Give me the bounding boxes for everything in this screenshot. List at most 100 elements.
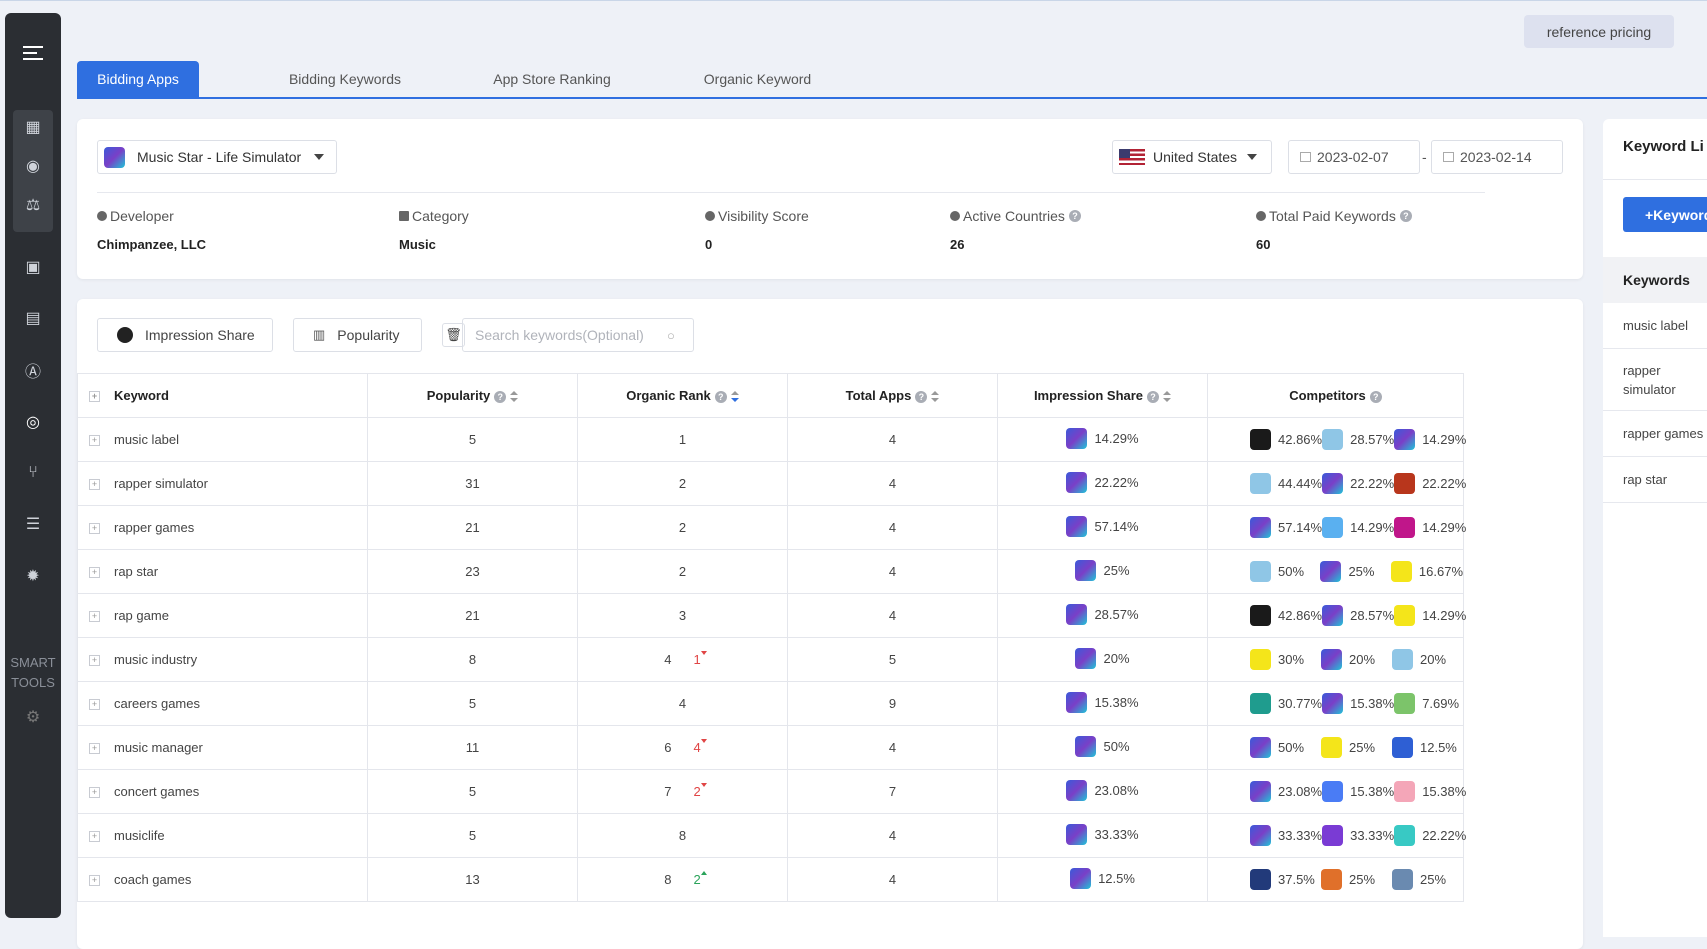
tab-app-store-ranking[interactable]: App Store Ranking [467, 61, 637, 97]
sidebar-item-monitor[interactable]: ◉ [5, 146, 61, 186]
expand-all-icon[interactable]: + [89, 391, 100, 403]
column-header-total-apps[interactable]: Total Apps? [787, 373, 998, 418]
expand-row-icon[interactable]: + [89, 523, 100, 535]
competitor-app[interactable]: 33.33% [1250, 825, 1322, 846]
sidebar-item-layers[interactable]: ☰ [5, 504, 61, 544]
sort-icon[interactable] [730, 391, 739, 403]
competitor-app[interactable]: 42.86% [1250, 429, 1322, 450]
competitor-app[interactable]: 33.33% [1322, 825, 1394, 846]
date-end-input[interactable]: 2023-02-14 [1431, 140, 1563, 174]
sort-icon[interactable] [931, 391, 940, 403]
competitor-app[interactable]: 12.5% [1392, 737, 1463, 758]
competitor-app[interactable]: 14.29% [1394, 517, 1466, 538]
expand-row-icon[interactable]: + [89, 479, 100, 491]
keyword-search[interactable]: ○ [462, 318, 694, 352]
competitor-app[interactable]: 14.29% [1322, 517, 1394, 538]
sidebar-item-appstore[interactable]: Ⓐ [5, 350, 61, 390]
keyword-list-item[interactable]: rapper games [1603, 411, 1707, 457]
popularity-button[interactable]: ▥ Popularity [293, 318, 422, 352]
add-keyword-button[interactable]: +Keyword [1623, 197, 1707, 232]
competitor-app[interactable]: 57.14% [1250, 517, 1322, 538]
own-app-share[interactable]: 25% [1075, 559, 1130, 581]
impression-share-button[interactable]: Impression Share [97, 318, 273, 352]
competitor-app[interactable]: 20% [1321, 649, 1392, 670]
own-app-share[interactable]: 20% [1075, 647, 1130, 669]
help-icon[interactable]: ? [714, 391, 727, 403]
sidebar-item-apps[interactable]: ▣ [5, 247, 61, 287]
competitor-app[interactable]: 14.29% [1394, 429, 1466, 450]
competitor-app[interactable]: 22.22% [1322, 473, 1394, 494]
own-app-share[interactable]: 15.38% [1066, 691, 1139, 713]
competitor-app[interactable]: 22.22% [1394, 473, 1466, 494]
app-select[interactable]: Music Star - Life Simulator [97, 140, 337, 174]
competitor-app[interactable]: 15.38% [1322, 693, 1394, 714]
search-input[interactable] [473, 326, 667, 344]
sidebar-item-connect[interactable]: ⑂ [5, 453, 61, 493]
date-start-input[interactable]: 2023-02-07 [1288, 140, 1420, 174]
competitor-app[interactable]: 25% [1320, 561, 1390, 582]
sort-icon[interactable] [1163, 391, 1172, 403]
own-app-share[interactable]: 14.29% [1066, 427, 1139, 449]
competitor-app[interactable]: 15.38% [1394, 781, 1466, 802]
help-icon[interactable]: ? [915, 391, 928, 403]
competitor-app[interactable]: 7.69% [1394, 693, 1463, 714]
expand-row-icon[interactable]: + [89, 435, 100, 447]
competitor-app[interactable]: 14.29% [1394, 605, 1466, 626]
expand-row-icon[interactable]: + [89, 567, 100, 579]
own-app-share[interactable]: 12.5% [1070, 867, 1135, 889]
sidebar-item-target[interactable]: ◎ [5, 402, 61, 442]
column-header-impression-share[interactable]: Impression Share? [997, 373, 1208, 418]
competitor-app[interactable]: 28.57% [1322, 605, 1394, 626]
help-icon[interactable]: ? [494, 391, 507, 403]
own-app-share[interactable]: 50% [1075, 735, 1130, 757]
competitor-app[interactable]: 16.67% [1390, 561, 1463, 582]
help-icon[interactable]: ? [1369, 391, 1382, 403]
competitor-app[interactable]: 44.44% [1250, 473, 1322, 494]
competitor-app[interactable]: 25% [1321, 869, 1392, 890]
own-app-share[interactable]: 23.08% [1066, 779, 1139, 801]
competitor-app[interactable]: 23.08% [1250, 781, 1322, 802]
competitor-app[interactable]: 25% [1321, 737, 1392, 758]
tab-bidding-keywords[interactable]: Bidding Keywords [265, 61, 425, 97]
reference-pricing-button[interactable]: reference pricing [1524, 15, 1674, 48]
sidebar-item-settings[interactable]: ✹ [5, 556, 61, 596]
sidebar-item-tools[interactable]: ⚙ [5, 697, 61, 737]
sidebar-item-dashboard[interactable]: ▦ [5, 107, 61, 147]
help-icon[interactable]: ? [1147, 391, 1160, 403]
column-header-popularity[interactable]: Popularity? [367, 373, 578, 418]
competitor-app[interactable]: 25% [1392, 869, 1463, 890]
own-app-share[interactable]: 33.33% [1066, 823, 1139, 845]
help-icon[interactable]: ? [1068, 210, 1081, 222]
competitor-app[interactable]: 50% [1250, 561, 1320, 582]
competitor-app[interactable]: 30.77% [1250, 693, 1322, 714]
expand-row-icon[interactable]: + [89, 611, 100, 623]
competitor-app[interactable]: 28.57% [1322, 429, 1394, 450]
keyword-list-item[interactable]: rapper simulator [1603, 349, 1707, 411]
expand-row-icon[interactable]: + [89, 699, 100, 711]
expand-row-icon[interactable]: + [89, 655, 100, 667]
expand-row-icon[interactable]: + [89, 831, 100, 843]
country-select[interactable]: United States [1112, 140, 1272, 174]
competitor-app[interactable]: 50% [1250, 737, 1321, 758]
competitor-app[interactable]: 15.38% [1322, 781, 1394, 802]
tab-bidding-apps[interactable]: Bidding Apps [77, 61, 199, 97]
sidebar-item-ads[interactable]: ▤ [5, 298, 61, 338]
expand-row-icon[interactable]: + [89, 875, 100, 887]
help-icon[interactable]: ? [1399, 210, 1412, 222]
own-app-share[interactable]: 28.57% [1066, 603, 1139, 625]
competitor-app[interactable]: 20% [1392, 649, 1463, 670]
own-app-share[interactable]: 22.22% [1066, 471, 1139, 493]
sidebar-item-compare[interactable]: ⚖ [5, 185, 61, 225]
keyword-list-item[interactable]: music label [1603, 303, 1707, 349]
column-header-organic-rank[interactable]: Organic Rank? [577, 373, 788, 418]
competitor-app[interactable]: 30% [1250, 649, 1321, 670]
keyword-list-item[interactable]: rap star [1603, 457, 1707, 503]
own-app-share[interactable]: 57.14% [1066, 515, 1139, 537]
competitor-app[interactable]: 42.86% [1250, 605, 1322, 626]
competitor-app[interactable]: 37.5% [1250, 869, 1321, 890]
sort-icon[interactable] [510, 391, 519, 403]
menu-toggle-button[interactable] [5, 33, 61, 73]
expand-row-icon[interactable]: + [89, 787, 100, 799]
tab-organic-keyword[interactable]: Organic Keyword [675, 61, 840, 97]
expand-row-icon[interactable]: + [89, 743, 100, 755]
